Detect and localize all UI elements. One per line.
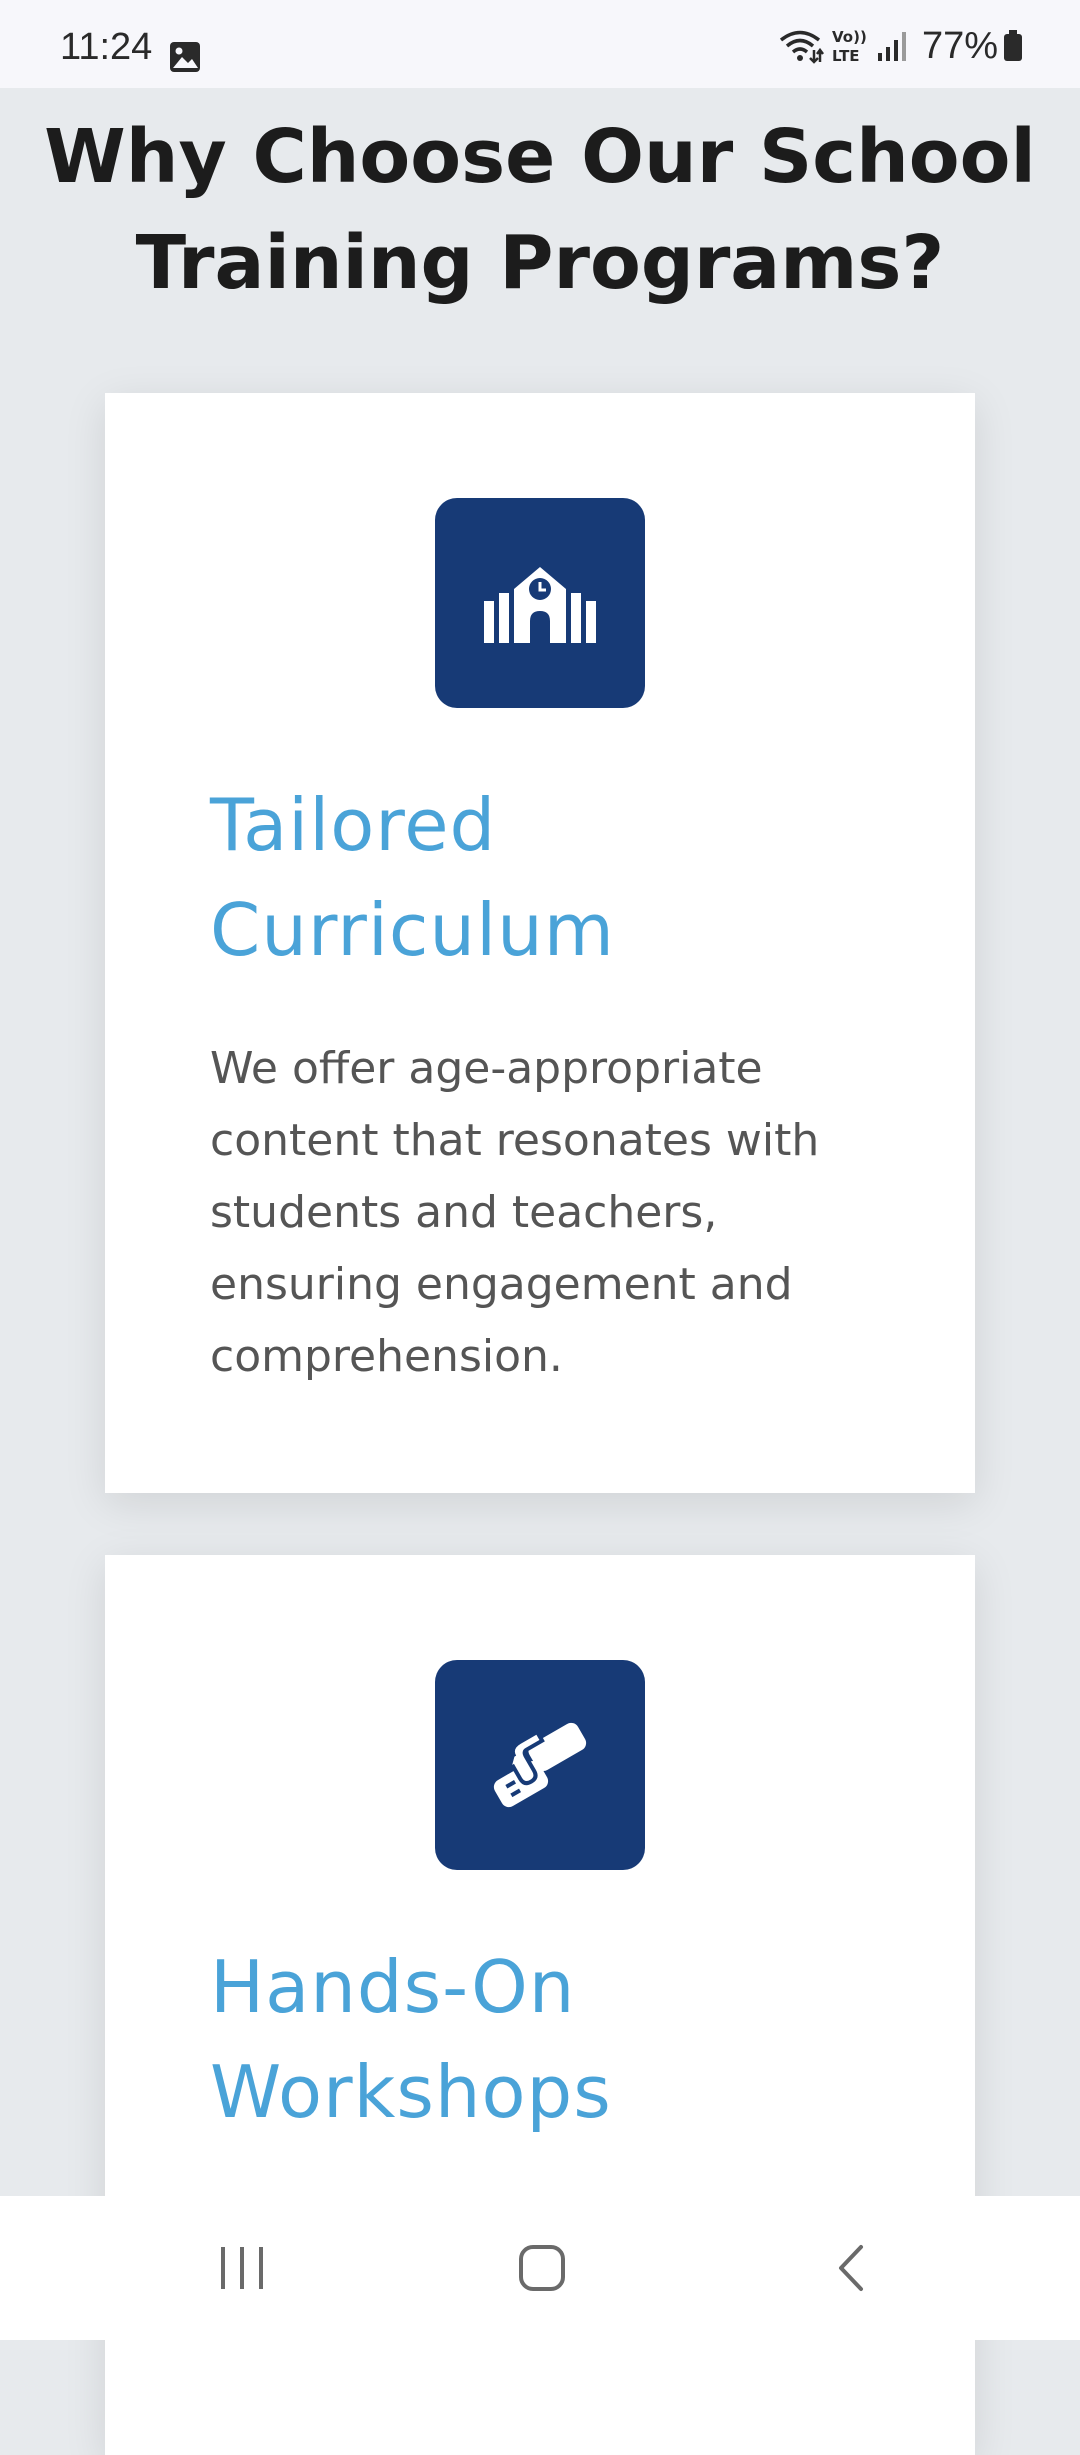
card-icon-box bbox=[435, 1660, 645, 1870]
card-description: We offer age-appropriate content that re… bbox=[210, 1043, 820, 1382]
status-bar: 11:24 Vo)) LTE 77% bbox=[0, 0, 1080, 88]
page-title: Why Choose Our School Training Programs? bbox=[0, 104, 1080, 316]
school-icon bbox=[484, 567, 596, 643]
page-title-line-2: Training Programs? bbox=[135, 220, 945, 306]
battery-icon bbox=[1004, 30, 1022, 61]
wifi-icon bbox=[779, 30, 824, 64]
signal-icon bbox=[877, 32, 906, 61]
volte-icon: Vo)) LTE bbox=[832, 28, 867, 65]
recents-button[interactable] bbox=[162, 2196, 322, 2340]
status-indicators: Vo)) LTE 77% bbox=[778, 24, 1024, 67]
system-nav-bar bbox=[0, 2196, 1080, 2340]
card-title-line-2: Curriculum bbox=[210, 888, 615, 972]
svg-text:LTE: LTE bbox=[832, 47, 860, 65]
svg-text:Vo)): Vo)) bbox=[832, 28, 867, 46]
back-icon bbox=[839, 2245, 863, 2291]
handshake-icon bbox=[493, 1722, 587, 1808]
card-title-line-2: Workshops bbox=[210, 2050, 612, 2134]
feature-card-tailored-curriculum: Tailored Curriculum We offer age-appropr… bbox=[105, 393, 975, 1493]
card-title-line-1: Tailored bbox=[210, 783, 497, 867]
back-button[interactable] bbox=[770, 2196, 930, 2340]
page-title-line-1: Why Choose Our School bbox=[44, 114, 1036, 200]
battery-percentage: 77% bbox=[921, 24, 998, 67]
recents-icon bbox=[221, 2247, 263, 2289]
card-title: Hands-On Workshops bbox=[210, 1935, 910, 2145]
home-icon bbox=[519, 2245, 565, 2291]
card-title-line-1: Hands-On bbox=[210, 1945, 576, 2029]
status-time: 11:24 bbox=[60, 26, 153, 68]
gallery-icon bbox=[170, 42, 200, 72]
home-button[interactable] bbox=[462, 2196, 622, 2340]
card-icon-box bbox=[435, 498, 645, 708]
card-title: Tailored Curriculum bbox=[210, 773, 910, 983]
